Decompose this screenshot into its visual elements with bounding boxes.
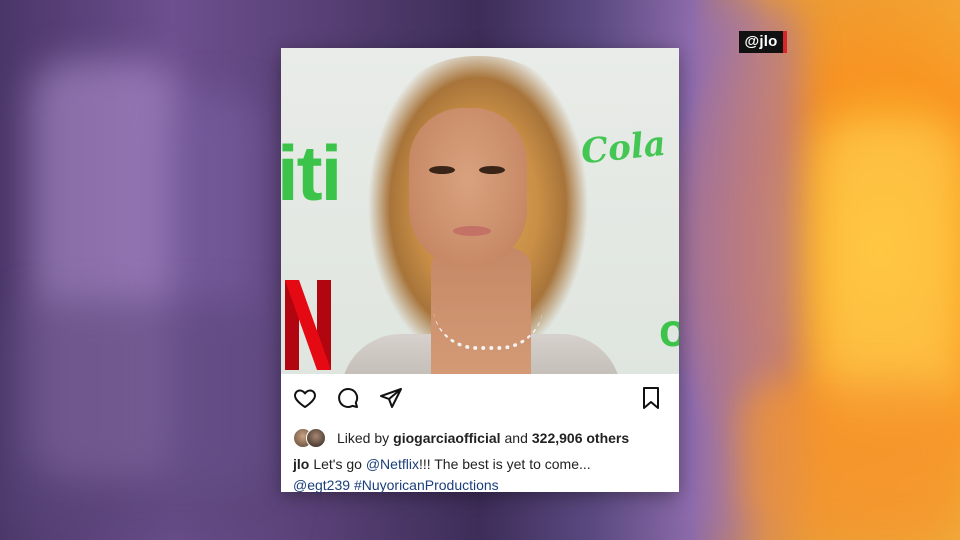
post-actions (281, 384, 679, 412)
netflix-n-logo (285, 280, 331, 370)
sponsor-text-right: Cola (579, 123, 668, 173)
instagram-post: iti Cola o Liked by giogarciaofficial an… (281, 48, 679, 493)
likes-count[interactable]: 322,906 others (532, 430, 629, 446)
likes-and: and (504, 430, 528, 446)
mention-netflix[interactable]: @Netflix (366, 456, 419, 472)
liker-username[interactable]: giogarciaofficial (393, 430, 500, 446)
comment-icon (338, 387, 359, 408)
caption-text-2: !!! The best is yet to come... (418, 456, 591, 472)
comment-button[interactable] (334, 384, 362, 412)
sponsor-text-edge: o (659, 304, 679, 356)
likes-row: Liked by giogarciaofficial and 322,906 o… (293, 428, 633, 448)
person-eye-right (479, 166, 505, 174)
person-lips (453, 226, 491, 236)
hashtag-nuyoricanproductions[interactable]: #NuyoricanProductions (354, 477, 499, 493)
bookmark-icon (643, 387, 659, 409)
like-button[interactable] (291, 384, 319, 412)
liker-avatars (293, 428, 329, 448)
handle-tag: @jlo (739, 31, 787, 53)
save-button[interactable] (637, 384, 665, 412)
caption-username[interactable]: jlo (293, 456, 309, 472)
sponsor-text-left: iti (281, 129, 342, 217)
person-face (409, 108, 527, 268)
post-caption: jlo Let's go @Netflix!!! The best is yet … (293, 454, 673, 496)
mention-egt239[interactable]: @egt239 (293, 477, 350, 493)
post-photo[interactable]: iti Cola o (281, 48, 679, 374)
send-icon (380, 388, 402, 408)
caption-text-1: Let's go (313, 456, 362, 472)
likes-prefix: Liked by (337, 430, 390, 446)
avatar[interactable] (306, 428, 326, 448)
heart-icon (294, 389, 316, 408)
share-button[interactable] (377, 384, 405, 412)
person-eye-left (429, 166, 455, 174)
